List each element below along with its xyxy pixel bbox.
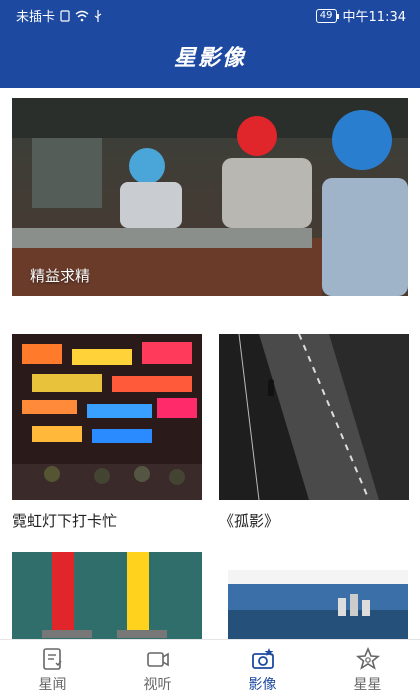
star-icon — [355, 646, 380, 670]
status-bar-right: 49 中午11:34 — [315, 6, 406, 25]
tile-caption: 《孤影》 — [219, 512, 280, 530]
tile-image — [12, 552, 202, 642]
tile-image — [219, 334, 409, 500]
video-icon — [146, 652, 169, 667]
wifi-icon — [75, 10, 89, 22]
feed-tile[interactable]: 霓虹灯下打卡忙 — [12, 334, 202, 531]
tile-caption: 霓虹灯下打卡忙 — [12, 512, 118, 530]
app-header: 未插卡 49 中午11:34 星影像 — [0, 0, 420, 88]
nav-label: 视听 — [143, 677, 172, 693]
nav-label: 星闻 — [38, 677, 67, 693]
feed-tile[interactable] — [12, 552, 202, 642]
nav-label: 影像 — [248, 677, 277, 693]
feed-hero-card[interactable]: 精益求精 — [12, 98, 408, 296]
nav-item-image[interactable]: 影像 — [210, 640, 315, 700]
usb-icon — [93, 9, 103, 22]
page-title: 星影像 — [173, 46, 246, 71]
sim-icon — [59, 9, 71, 22]
status-bar-left: 未插卡 — [16, 6, 103, 25]
hero-caption: 精益求精 — [30, 267, 91, 285]
nav-item-star[interactable]: 星星 — [315, 640, 420, 700]
clock-text: 中午11:34 — [342, 10, 406, 25]
news-icon — [42, 648, 62, 670]
tile-image — [12, 334, 202, 500]
battery-indicator: 49 — [315, 8, 339, 23]
camera-icon — [251, 648, 274, 669]
feed-tile[interactable]: 《孤影》 — [219, 334, 409, 531]
nav-item-news[interactable]: 星闻 — [0, 640, 105, 700]
carrier-text: 未插卡 — [16, 10, 56, 25]
bottom-nav: 星闻 视听 影像 星星 — [0, 639, 420, 700]
nav-label: 星星 — [353, 677, 382, 693]
nav-item-video[interactable]: 视听 — [105, 640, 210, 700]
